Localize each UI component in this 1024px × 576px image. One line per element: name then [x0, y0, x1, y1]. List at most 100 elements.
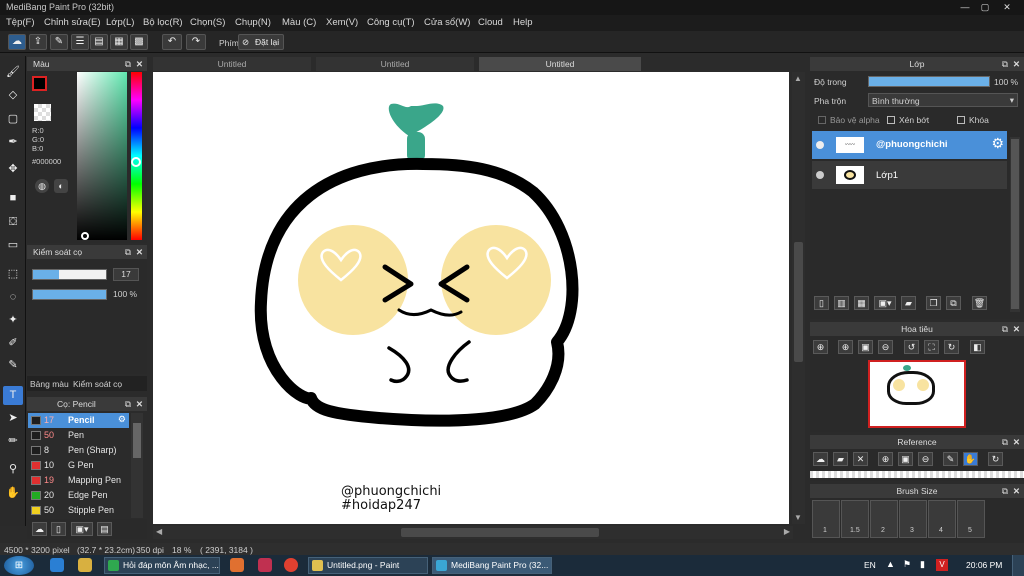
popout-icon[interactable]: ⧉ — [125, 245, 131, 259]
popout-icon[interactable]: ⧉ — [1002, 322, 1008, 336]
brush-copy-icon[interactable]: ▤ — [97, 522, 112, 536]
rotate-left-icon[interactable]: ↺ — [904, 340, 919, 354]
brush-list-scrollbar[interactable] — [131, 413, 143, 518]
drawing-canvas[interactable]: @phuongchichi #hoidap247 — [153, 72, 789, 524]
close-panel-icon[interactable]: ✕ — [136, 57, 143, 71]
redo-icon[interactable]: ↷ — [186, 34, 206, 50]
magic-wand-tool-icon[interactable]: ✦ — [3, 311, 23, 330]
rotate-right-icon[interactable]: ↻ — [944, 340, 959, 354]
close-panel-icon[interactable]: ✕ — [136, 397, 143, 411]
popout-icon[interactable]: ⧉ — [1002, 435, 1008, 449]
settings-gear-icon[interactable]: ⚙ — [118, 414, 126, 425]
gradient-tool-icon[interactable]: ▭ — [3, 236, 23, 255]
menu-select[interactable]: Chọn(S) — [190, 17, 225, 28]
start-button-icon[interactable]: ⊞ — [4, 556, 34, 575]
close-panel-icon[interactable]: ✕ — [136, 245, 143, 259]
folder-icon[interactable]: ▰ — [901, 296, 916, 310]
scroll-up-icon[interactable]: ▲ — [794, 74, 802, 83]
brush-item[interactable]: 10 G Pen — [28, 458, 129, 473]
brush-new-icon[interactable]: ▯ — [51, 522, 66, 536]
menu-window[interactable]: Cửa sổ(W) — [424, 17, 470, 28]
layer-row[interactable]: Lớp1 — [812, 161, 1007, 189]
zoom-in-alt-icon[interactable]: ⊕ — [838, 340, 853, 354]
task-paint[interactable]: Untitled.png - Paint — [308, 557, 428, 574]
brush-item[interactable]: 17 Pencil ⚙ — [28, 413, 129, 428]
brush-item[interactable]: 50 Stipple Pen — [28, 503, 129, 518]
network-icon[interactable]: ▮ — [920, 559, 925, 570]
language-indicator[interactable]: EN — [864, 560, 876, 570]
new-halftone-layer-icon[interactable]: ▥ — [834, 296, 849, 310]
brush-size-cell[interactable]: 3 — [899, 500, 927, 538]
app-icon[interactable] — [258, 558, 272, 572]
scrollbar-thumb[interactable] — [794, 242, 803, 362]
close-panel-icon[interactable]: ✕ — [1013, 57, 1020, 71]
foreground-color-swatch[interactable] — [32, 76, 47, 91]
tray-up-icon[interactable]: ▲ — [886, 559, 895, 569]
page-icon[interactable]: ▤ — [90, 34, 108, 50]
reference-fit-icon[interactable]: ▣ — [898, 452, 913, 466]
new-bit-layer-icon[interactable]: ▦ — [854, 296, 869, 310]
text-tool-icon[interactable]: T — [3, 386, 23, 405]
reference-cloud-icon[interactable]: ☁ — [813, 452, 828, 466]
brush-size-cell[interactable]: 1 — [812, 500, 840, 538]
scrollbar-thumb[interactable] — [133, 423, 141, 458]
brush-item[interactable]: 8 Pen (Sharp) — [28, 443, 129, 458]
select-rect-tool-icon[interactable]: ⬚ — [3, 265, 23, 284]
fit-canvas-icon[interactable]: ⛶ — [924, 340, 939, 354]
cloud-icon[interactable]: ☁ — [8, 34, 26, 50]
reference-close-icon[interactable]: ✕ — [853, 452, 868, 466]
menu-file[interactable]: Tệp(F) — [6, 17, 35, 28]
brush-size-cell[interactable]: 5 — [957, 500, 985, 538]
scroll-down-icon[interactable]: ▼ — [794, 513, 802, 522]
popout-icon[interactable]: ⧉ — [1002, 484, 1008, 498]
operation-tool-icon[interactable]: ➤ — [3, 409, 23, 428]
reference-zoom-in-icon[interactable]: ⊕ — [878, 452, 893, 466]
menu-edit[interactable]: Chỉnh sửa(E) — [44, 17, 101, 28]
close-panel-icon[interactable]: ✕ — [1013, 484, 1020, 498]
close-panel-icon[interactable]: ✕ — [1013, 322, 1020, 336]
visibility-eye-icon[interactable] — [816, 141, 824, 149]
color-add-icon[interactable]: ◐ — [54, 179, 68, 193]
brush-item[interactable]: 19 Mapping Pen — [28, 473, 129, 488]
new-layer-icon[interactable]: ▯ — [814, 296, 829, 310]
brush-size-slider[interactable] — [32, 269, 107, 280]
duplicate-layer-icon[interactable]: ❐ — [926, 296, 941, 310]
pen-tool-icon[interactable]: ✒ — [3, 133, 23, 152]
menu-view[interactable]: Xem(V) — [326, 17, 358, 28]
tab-palette[interactable]: Bảng màu — [30, 379, 69, 389]
eyedropper-tool-icon[interactable]: ⚲ — [3, 460, 23, 479]
menu-tools[interactable]: Công cụ(T) — [367, 17, 415, 28]
reference-zoom-out-icon[interactable]: ⊖ — [918, 452, 933, 466]
brush-size-cell[interactable]: 1.5 — [841, 500, 869, 538]
reset-button[interactable]: ⊘ Đặt lại — [238, 34, 284, 50]
move-tool-icon[interactable]: ✥ — [3, 160, 23, 179]
add-layer-menu-icon[interactable]: ▣▾ — [874, 296, 896, 310]
media-icon[interactable] — [230, 558, 244, 572]
brush-item[interactable]: 50 Pen — [28, 428, 129, 443]
layer-list-scrollbar[interactable] — [1010, 137, 1020, 312]
undo-icon[interactable]: ↶ — [162, 34, 182, 50]
palette-icon[interactable]: ◍ — [35, 179, 49, 193]
popout-icon[interactable]: ⧉ — [125, 397, 131, 411]
brush-size-cell[interactable]: 4 — [928, 500, 956, 538]
brush-add-icon[interactable]: ▣▾ — [71, 522, 93, 536]
task-browser[interactable]: Hỏi đáp môn Âm nhạc, ... — [104, 557, 220, 574]
protect-alpha-checkbox[interactable] — [818, 116, 826, 124]
brush-item[interactable]: 20 Edge Pen — [28, 488, 129, 503]
zoom-in-icon[interactable]: ⊕ — [813, 340, 828, 354]
show-desktop-button[interactable] — [1012, 555, 1024, 576]
brush-tool-icon[interactable]: 🖌 — [3, 63, 23, 82]
brush-size-value[interactable]: 17 — [113, 268, 139, 281]
layer-row[interactable]: 〰〰 @phuongchichi ⚙ — [812, 131, 1007, 159]
saturation-value-picker[interactable] — [77, 72, 127, 240]
eraser-tool-icon[interactable]: ◇ — [3, 86, 23, 105]
reference-rotate-icon[interactable]: ↻ — [988, 452, 1003, 466]
layer-opacity-slider[interactable] — [868, 76, 990, 87]
grid-icon[interactable]: ▩ — [130, 34, 148, 50]
tab-untitled-3[interactable]: Untitled — [479, 57, 641, 71]
menu-capture[interactable]: Chụp(N) — [235, 17, 271, 28]
fill-rect-tool-icon[interactable]: ■ — [3, 189, 23, 208]
reference-hand-icon[interactable]: ✋ — [963, 452, 978, 466]
rectangle-tool-icon[interactable]: ▢ — [3, 110, 23, 129]
file-explorer-icon[interactable] — [78, 558, 92, 572]
